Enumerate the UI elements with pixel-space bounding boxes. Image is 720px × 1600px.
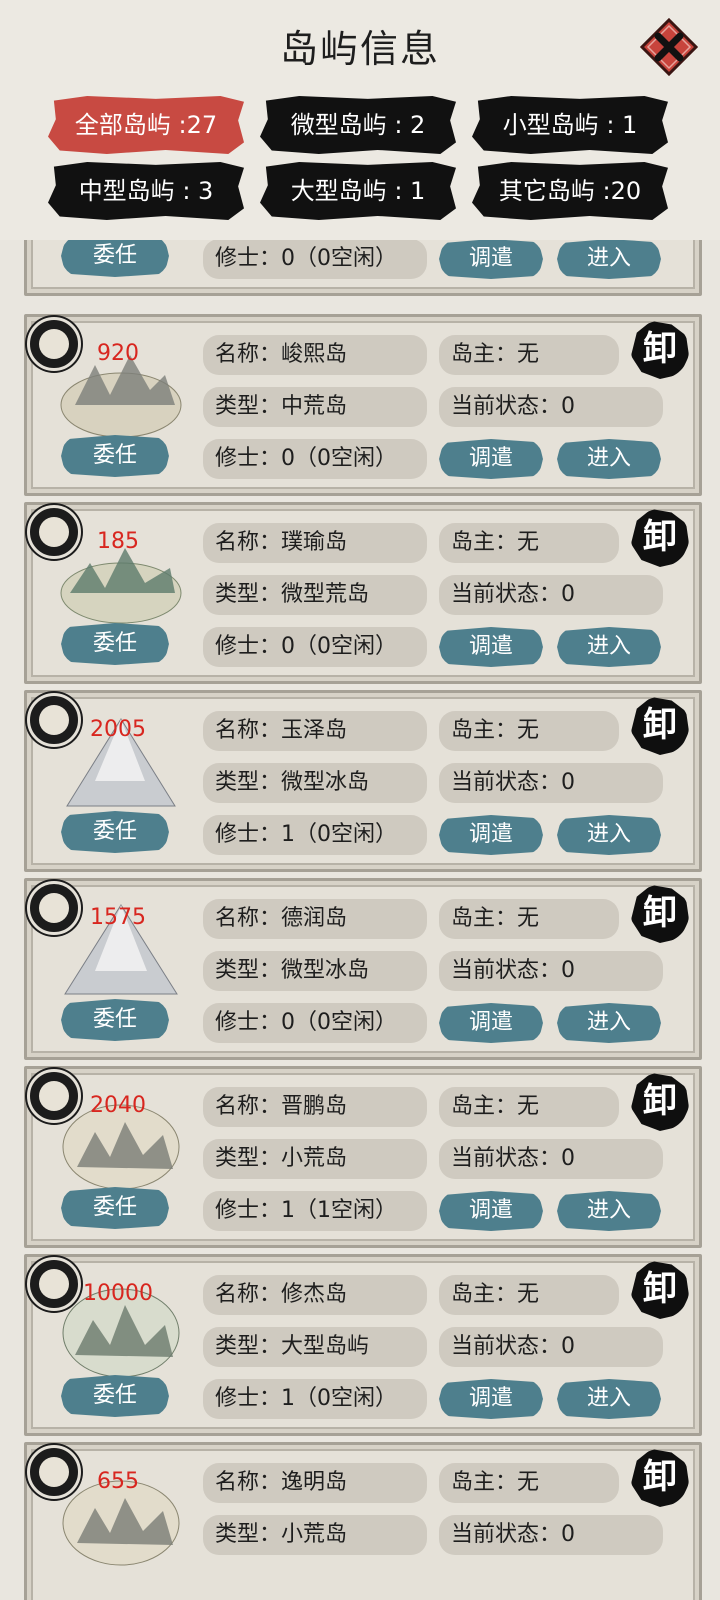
owner-field: 岛主：无 <box>439 1463 619 1503</box>
island-card: 185 委任 名称：璞瑜岛 岛主：无 类型：微型荒岛 当前状态：0 修士：0（0… <box>24 502 702 684</box>
status-field: 当前状态：0 <box>439 763 663 803</box>
status-field: 当前状态：0 <box>439 1515 663 1555</box>
cultivators-field: 修士：0（0空闲） <box>203 627 427 667</box>
unload-seal-icon[interactable]: 卸 <box>631 1261 689 1319</box>
name-field: 名称：修杰岛 <box>203 1275 427 1315</box>
island-card: 委任 修士：0（0空闲） 调遣 进入 <box>24 240 702 296</box>
filter-medium[interactable]: 中型岛屿 : 3 <box>48 162 244 220</box>
dispatch-button[interactable]: 调遣 <box>439 1191 543 1231</box>
island-card: 655 名称：逸明岛 岛主：无 类型：小荒岛 当前状态：0 卸 <box>24 1442 702 1600</box>
unload-seal-icon[interactable]: 卸 <box>631 1449 689 1507</box>
cultivators-field: 修士：1（0空闲） <box>203 1379 427 1419</box>
island-number: 655 <box>97 1469 139 1494</box>
type-field: 类型：大型岛屿 <box>203 1327 427 1367</box>
island-card: 920 委任 名称：峻熙岛 岛主：无 类型：中荒岛 当前状态：0 修士：0（0空… <box>24 314 702 496</box>
appoint-button[interactable]: 委任 <box>61 1375 169 1417</box>
filter-micro[interactable]: 微型岛屿 : 2 <box>260 96 456 154</box>
owner-field: 岛主：无 <box>439 1087 619 1127</box>
unload-seal-icon[interactable]: 卸 <box>631 885 689 943</box>
dispatch-button[interactable]: 调遣 <box>439 627 543 667</box>
appoint-button[interactable]: 委任 <box>61 1187 169 1229</box>
close-icon <box>639 17 699 77</box>
owner-field: 岛主：无 <box>439 711 619 751</box>
island-card: 1575 委任 名称：德润岛 岛主：无 类型：微型冰岛 当前状态：0 修士：0（… <box>24 878 702 1060</box>
name-field: 名称：晋鹏岛 <box>203 1087 427 1127</box>
type-field: 类型：微型冰岛 <box>203 763 427 803</box>
page-title: 岛屿信息 <box>279 27 440 71</box>
name-field: 名称：玉泽岛 <box>203 711 427 751</box>
enter-button[interactable]: 进入 <box>557 1191 661 1231</box>
owner-field: 岛主：无 <box>439 523 619 563</box>
type-field: 类型：中荒岛 <box>203 387 427 427</box>
appoint-button[interactable]: 委任 <box>61 623 169 665</box>
island-number: 920 <box>97 341 139 366</box>
island-card: 2005 委任 名称：玉泽岛 岛主：无 类型：微型冰岛 当前状态：0 修士：1（… <box>24 690 702 872</box>
appoint-button[interactable]: 委任 <box>61 240 169 277</box>
owner-field: 岛主：无 <box>439 1275 619 1315</box>
island-number: 2040 <box>90 1093 146 1118</box>
island-card: 2040 委任 名称：晋鹏岛 岛主：无 类型：小荒岛 当前状态：0 修士：1（1… <box>24 1066 702 1248</box>
name-field: 名称：逸明岛 <box>203 1463 427 1503</box>
unload-seal-icon[interactable]: 卸 <box>631 321 689 379</box>
dispatch-button[interactable]: 调遣 <box>439 439 543 479</box>
status-field: 当前状态：0 <box>439 1327 663 1367</box>
close-button[interactable] <box>639 17 699 77</box>
owner-field: 岛主：无 <box>439 335 619 375</box>
cultivators-field: 修士：0（0空闲） <box>203 439 427 479</box>
enter-button[interactable]: 进入 <box>557 627 661 667</box>
enter-button[interactable]: 进入 <box>557 1379 661 1419</box>
appoint-button[interactable]: 委任 <box>61 435 169 477</box>
island-number: 10000 <box>83 1281 153 1306</box>
cultivators-field: 修士：1（0空闲） <box>203 815 427 855</box>
island-number: 185 <box>97 529 139 554</box>
island-number: 2005 <box>90 717 146 742</box>
type-field: 类型：微型荒岛 <box>203 575 427 615</box>
island-number: 1575 <box>90 905 146 930</box>
enter-button[interactable]: 进入 <box>557 815 661 855</box>
filter-other[interactable]: 其它岛屿 :20 <box>472 162 668 220</box>
name-field: 名称：峻熙岛 <box>203 335 427 375</box>
filter-large[interactable]: 大型岛屿 : 1 <box>260 162 456 220</box>
header-bar: 岛屿信息 全部岛屿 :27 微型岛屿 : 2 小型岛屿 : 1 中型岛屿 : 3… <box>0 0 720 240</box>
owner-field: 岛主：无 <box>439 899 619 939</box>
dispatch-button[interactable]: 调遣 <box>439 815 543 855</box>
name-field: 名称：德润岛 <box>203 899 427 939</box>
enter-button[interactable]: 进入 <box>557 1003 661 1043</box>
cultivators-field: 修士：0（0空闲） <box>203 240 427 279</box>
unload-seal-icon[interactable]: 卸 <box>631 509 689 567</box>
appoint-button[interactable]: 委任 <box>61 999 169 1041</box>
type-field: 类型：小荒岛 <box>203 1515 427 1555</box>
filter-small[interactable]: 小型岛屿 : 1 <box>472 96 668 154</box>
island-list[interactable]: 委任 修士：0（0空闲） 调遣 进入 920 委任 名称：峻熙岛 岛主：无 类型… <box>0 240 720 1600</box>
type-field: 类型：小荒岛 <box>203 1139 427 1179</box>
dispatch-button[interactable]: 调遣 <box>439 240 543 279</box>
status-field: 当前状态：0 <box>439 1139 663 1179</box>
enter-button[interactable]: 进入 <box>557 240 661 279</box>
unload-seal-icon[interactable]: 卸 <box>631 697 689 755</box>
unload-seal-icon[interactable]: 卸 <box>631 1073 689 1131</box>
filter-all[interactable]: 全部岛屿 :27 <box>48 96 244 154</box>
appoint-button[interactable]: 委任 <box>61 811 169 853</box>
name-field: 名称：璞瑜岛 <box>203 523 427 563</box>
type-field: 类型：微型冰岛 <box>203 951 427 991</box>
cultivators-field: 修士：0（0空闲） <box>203 1003 427 1043</box>
status-field: 当前状态：0 <box>439 951 663 991</box>
dispatch-button[interactable]: 调遣 <box>439 1379 543 1419</box>
enter-button[interactable]: 进入 <box>557 439 661 479</box>
island-card: 10000 委任 名称：修杰岛 岛主：无 类型：大型岛屿 当前状态：0 修士：1… <box>24 1254 702 1436</box>
dispatch-button[interactable]: 调遣 <box>439 1003 543 1043</box>
status-field: 当前状态：0 <box>439 387 663 427</box>
cultivators-field: 修士：1（1空闲） <box>203 1191 427 1231</box>
status-field: 当前状态：0 <box>439 575 663 615</box>
